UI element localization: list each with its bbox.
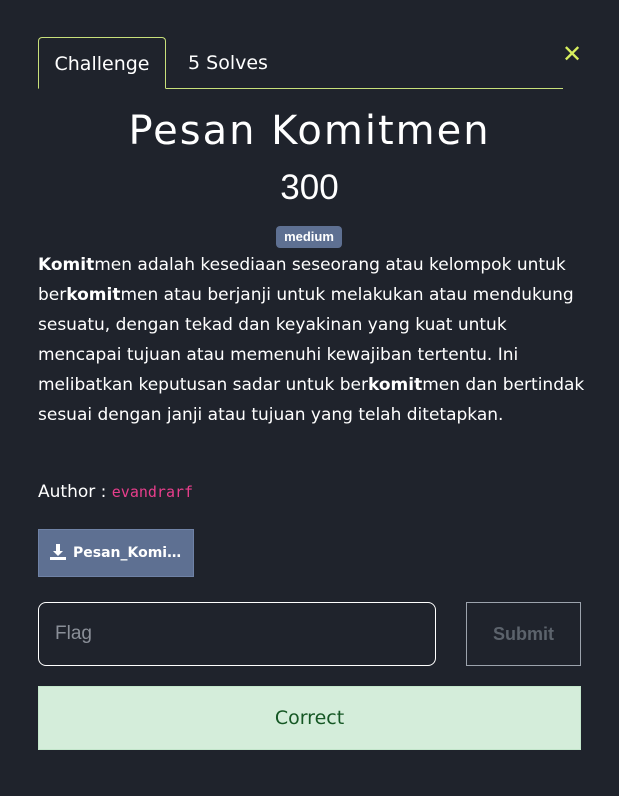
challenge-description: Komitmen adalah kesediaan seseorang atau… — [38, 250, 588, 430]
tab-challenge[interactable]: Challenge — [38, 37, 166, 89]
challenge-points: 300 — [280, 168, 339, 207]
close-icon[interactable]: ✕ — [561, 42, 583, 66]
author-line: Author : evandrarf — [38, 482, 193, 502]
description-segment: komit — [368, 375, 423, 395]
tab-solves[interactable]: 5 Solves — [188, 37, 268, 89]
description-segment: Komit — [38, 255, 95, 275]
challenge-tabs: Challenge 5 Solves — [38, 37, 563, 89]
difficulty-badge: medium — [276, 226, 342, 248]
challenge-title: Pesan Komitmen — [128, 108, 491, 154]
description-segment: komit — [66, 285, 121, 305]
result-alert: Correct — [38, 686, 581, 750]
author-label: Author : — [38, 482, 107, 502]
download-icon — [50, 544, 66, 560]
author-name: evandrarf — [111, 483, 194, 501]
download-file-label: Pesan_Komit... — [73, 545, 187, 561]
download-file-button[interactable]: Pesan_Komit... — [38, 529, 194, 577]
submit-button[interactable]: Submit — [466, 602, 581, 666]
flag-input[interactable] — [38, 602, 436, 666]
